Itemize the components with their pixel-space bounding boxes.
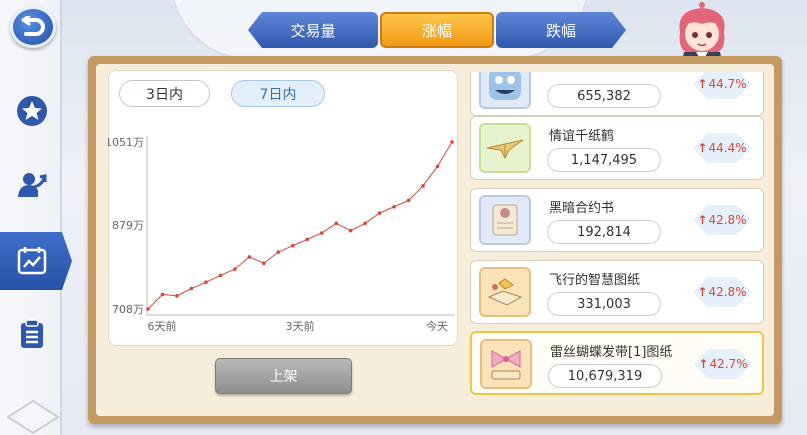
data-point bbox=[305, 237, 310, 242]
data-point bbox=[218, 273, 223, 278]
change-value: 44.7% bbox=[708, 77, 747, 91]
price-change-badge: ↑ 44.7% bbox=[693, 72, 751, 99]
item-name: 黑暗合约书 bbox=[549, 201, 615, 216]
price-trend-chart: 1051万 879万 708万 6天前 3天前 今天 bbox=[108, 136, 454, 333]
user-arrow-icon bbox=[18, 173, 47, 197]
y-tick-label: 879万 bbox=[112, 219, 144, 232]
tab-rise[interactable]: 涨幅 bbox=[380, 12, 494, 48]
data-point bbox=[247, 255, 252, 259]
y-tick-label: 708万 bbox=[112, 303, 144, 316]
item-thumbnail bbox=[480, 339, 532, 389]
tab-fall[interactable]: 跌幅 bbox=[496, 12, 626, 48]
calendar-chart-icon bbox=[17, 247, 47, 275]
up-arrow-icon: ↑ bbox=[697, 213, 708, 227]
data-point bbox=[233, 267, 237, 271]
list-item-selected[interactable]: 雷丝蝴蝶发带[1]图纸 10,679,319 ↑ 42.7% bbox=[470, 331, 764, 395]
sidebar-item-favorites[interactable] bbox=[15, 94, 49, 128]
clipboard-list-icon bbox=[21, 319, 43, 348]
data-point bbox=[435, 164, 440, 169]
list-item-for-sale-button[interactable]: 上架 bbox=[215, 358, 352, 394]
y-tick-label: 1051万 bbox=[108, 136, 144, 149]
price-change-badge: ↑ 42.8% bbox=[693, 205, 751, 235]
data-point bbox=[421, 184, 425, 188]
scroll-icon bbox=[492, 204, 518, 236]
price-change-badge: ↑ 42.7% bbox=[694, 349, 752, 379]
tab-bar: 交易量 涨幅 跌幅 bbox=[248, 12, 626, 48]
data-point bbox=[363, 221, 367, 226]
up-arrow-icon: ↑ bbox=[697, 141, 708, 155]
item-price: 10,679,319 bbox=[548, 364, 662, 388]
item-thumbnail bbox=[479, 72, 531, 109]
up-arrow-icon: ↑ bbox=[698, 357, 709, 371]
list-item[interactable]: 黑暗合约书 192,814 ↑ 42.8% bbox=[470, 188, 764, 252]
blueprint-icon bbox=[487, 278, 523, 306]
item-name: 飞行的智慧图纸 bbox=[549, 273, 641, 288]
star-icon bbox=[17, 96, 47, 126]
period-3-days-button[interactable]: 3日内 bbox=[119, 80, 210, 107]
item-thumbnail bbox=[479, 195, 531, 245]
data-point bbox=[262, 261, 266, 266]
back-button[interactable] bbox=[10, 6, 56, 48]
sidebar-item-selling[interactable] bbox=[15, 168, 49, 202]
sidebar-item-market-trend-icon-wrap bbox=[15, 243, 49, 277]
x-tick-label: 6天前 bbox=[148, 319, 177, 333]
item-thumbnail bbox=[479, 123, 531, 173]
item-price: 1,147,495 bbox=[547, 148, 661, 172]
data-point bbox=[146, 307, 150, 311]
change-value: 42.8% bbox=[708, 285, 747, 299]
sidebar bbox=[0, 0, 72, 435]
data-point bbox=[348, 228, 353, 233]
data-point bbox=[189, 286, 194, 291]
butterfly-bow-icon bbox=[491, 350, 521, 380]
item-name: 情谊千纸鹤 bbox=[549, 129, 615, 144]
change-value: 42.8% bbox=[708, 213, 747, 227]
data-point bbox=[377, 211, 382, 215]
up-arrow-icon: ↑ bbox=[697, 77, 708, 91]
item-price: 192,814 bbox=[547, 220, 661, 244]
price-change-badge: ↑ 42.8% bbox=[693, 277, 751, 307]
blue-creature-icon bbox=[489, 72, 521, 100]
paper-crane-icon bbox=[486, 139, 524, 160]
price-series-line bbox=[147, 141, 453, 310]
data-point bbox=[450, 140, 454, 144]
tab-volume[interactable]: 交易量 bbox=[248, 12, 378, 48]
item-price: 655,382 bbox=[547, 84, 661, 108]
data-point bbox=[392, 204, 396, 209]
item-name: 雷丝蝴蝶发带[1]图纸 bbox=[550, 345, 673, 360]
sidebar-bottom-ornament bbox=[6, 399, 60, 435]
item-thumbnail bbox=[479, 267, 531, 317]
period-7-days-button[interactable]: 7日内 bbox=[231, 80, 325, 107]
back-arrow-icon bbox=[21, 16, 45, 36]
item-price: 331,003 bbox=[547, 292, 661, 316]
change-value: 44.4% bbox=[708, 141, 747, 155]
data-point bbox=[276, 250, 281, 254]
data-point bbox=[406, 198, 411, 203]
data-point bbox=[290, 243, 295, 248]
up-arrow-icon: ↑ bbox=[697, 285, 708, 299]
list-item[interactable]: 情谊千纸鹤 1,147,495 ↑ 44.4% bbox=[470, 116, 764, 180]
data-point bbox=[319, 231, 324, 235]
change-value: 42.7% bbox=[709, 357, 748, 371]
list-item[interactable]: 655,382 ↑ 44.7% bbox=[470, 72, 764, 116]
data-point bbox=[204, 280, 208, 285]
item-ranking-list[interactable]: 655,382 ↑ 44.7% 情谊千纸鹤 1,147,495 ↑ 44.4% 黑暗… bbox=[464, 72, 766, 402]
sidebar-item-records[interactable] bbox=[15, 317, 49, 351]
x-tick-label: 3天前 bbox=[286, 319, 315, 333]
data-point bbox=[334, 221, 338, 226]
price-change-badge: ↑ 44.4% bbox=[693, 133, 751, 163]
data-point bbox=[175, 294, 179, 298]
x-tick-label: 今天 bbox=[426, 319, 448, 333]
list-item[interactable]: 飞行的智慧图纸 331,003 ↑ 42.8% bbox=[470, 260, 764, 324]
data-point bbox=[160, 292, 165, 297]
